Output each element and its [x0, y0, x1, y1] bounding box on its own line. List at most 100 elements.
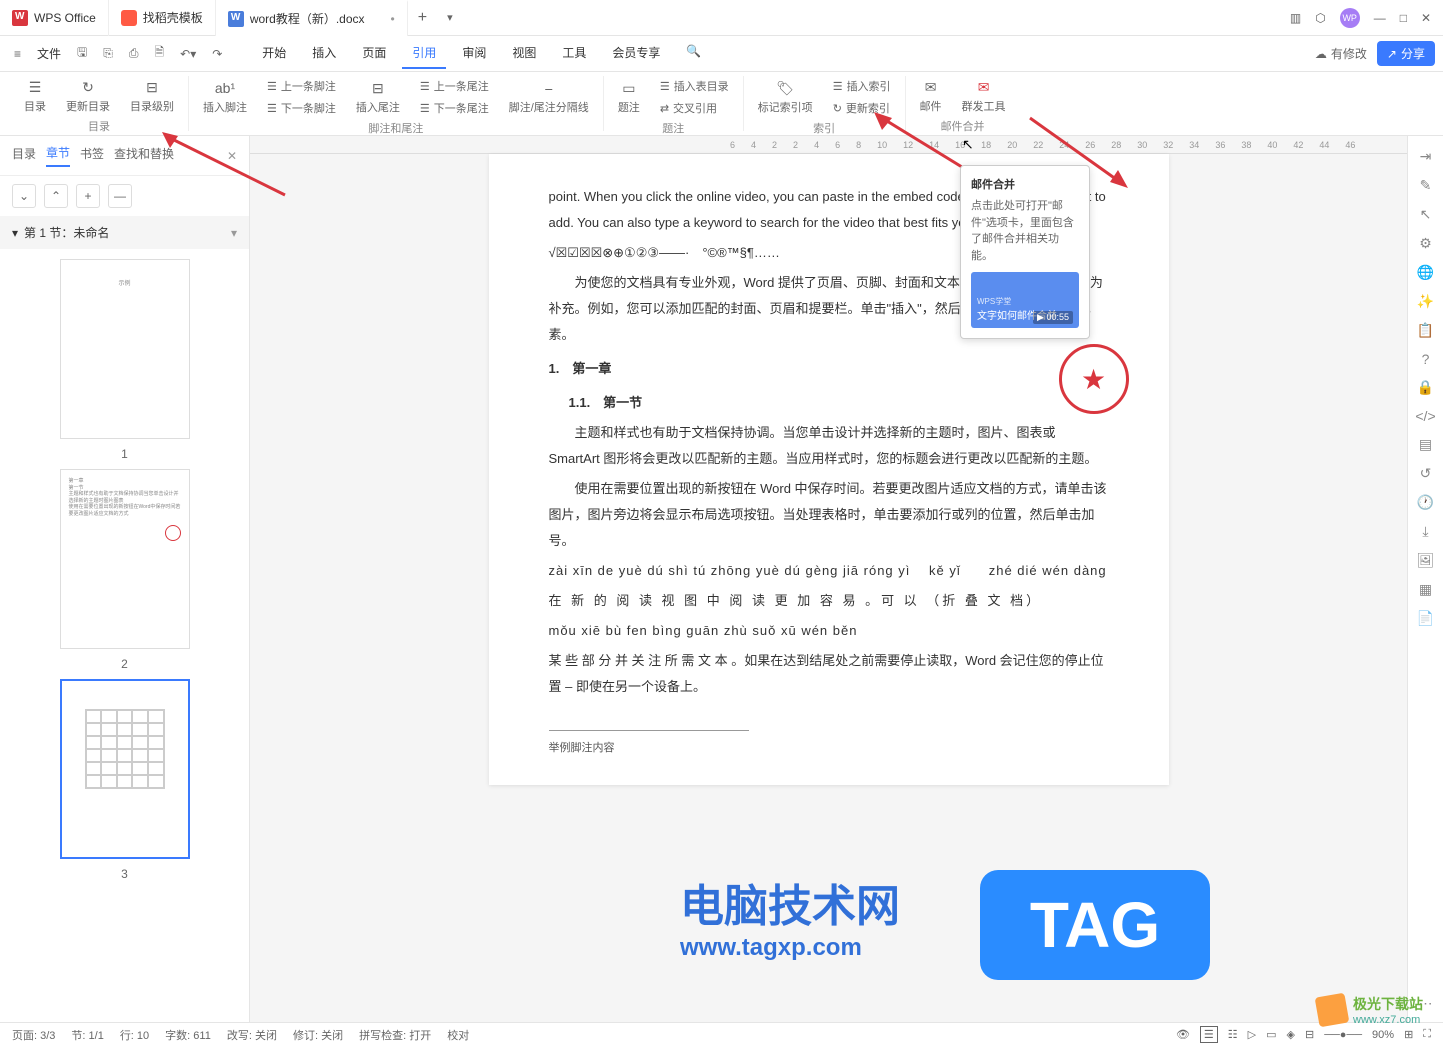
- tab-cite[interactable]: 引用: [402, 38, 446, 69]
- sidebar-tab-toc[interactable]: 目录: [12, 145, 36, 166]
- rail-doc-icon[interactable]: 📄: [1417, 610, 1434, 627]
- print-preview-icon[interactable]: 🗎: [148, 39, 170, 68]
- tab-page[interactable]: 页面: [352, 38, 396, 69]
- status-proof[interactable]: 校对: [447, 1027, 469, 1043]
- insert-fig-toc-button[interactable]: ☰插入表目录: [656, 76, 733, 96]
- page-thumb-2[interactable]: 第一章第一节主题和样式也有助于文档保持协调当您单击设计并选择新的主题时图片图表使…: [60, 469, 190, 649]
- hamburger-icon[interactable]: ≡: [8, 43, 27, 65]
- rail-history-icon[interactable]: 🕐: [1417, 494, 1434, 511]
- section-menu-icon[interactable]: ▾: [231, 226, 237, 240]
- prev-footnote-button[interactable]: ☰上一条脚注: [263, 76, 340, 96]
- rail-pen-icon[interactable]: ✎: [1420, 177, 1432, 194]
- tab-start[interactable]: 开始: [252, 38, 296, 69]
- tab-view[interactable]: 视图: [502, 38, 546, 69]
- status-page[interactable]: 页面: 3/3: [12, 1027, 55, 1043]
- cross-ref-button[interactable]: ⇄交叉引用: [656, 98, 733, 118]
- search-button[interactable]: 🔍: [676, 38, 711, 69]
- separator-button[interactable]: ⎯脚注/尾注分隔线: [505, 77, 593, 117]
- next-footnote-button[interactable]: ☰下一条脚注: [263, 98, 340, 118]
- tab-member[interactable]: 会员专享: [602, 38, 670, 69]
- cube-icon[interactable]: ⬡: [1315, 11, 1325, 25]
- footnote-area: 举例脚注内容: [549, 730, 749, 755]
- template-tab[interactable]: 找稻壳模板: [109, 0, 216, 36]
- section-header[interactable]: ▾ 第 1 节：未命名 ▾: [0, 216, 249, 249]
- save-icon[interactable]: 🖫: [71, 39, 93, 68]
- rail-collapse-icon[interactable]: ⇥: [1420, 148, 1432, 165]
- collapse-button[interactable]: ⌄: [12, 184, 36, 208]
- app-tab[interactable]: WPS Office: [0, 0, 109, 36]
- rail-table-icon[interactable]: ▦: [1419, 581, 1432, 598]
- view-outline-icon[interactable]: ☷: [1228, 1028, 1238, 1041]
- close-window-icon[interactable]: ✕: [1421, 11, 1431, 25]
- panel-icon[interactable]: ▥: [1290, 11, 1301, 25]
- user-avatar[interactable]: WP: [1340, 8, 1360, 28]
- file-menu[interactable]: 文件: [31, 45, 67, 62]
- rail-clipboard-icon[interactable]: 📋: [1417, 322, 1434, 339]
- rail-refresh-icon[interactable]: ↺: [1420, 465, 1432, 482]
- remove-section-button[interactable]: —: [108, 184, 132, 208]
- rail-image-icon[interactable]: 🖼: [1417, 552, 1435, 569]
- rail-settings-icon[interactable]: ⚙: [1419, 235, 1432, 252]
- page-thumb-1[interactable]: 示例: [60, 259, 190, 439]
- tab-review[interactable]: 审阅: [452, 38, 496, 69]
- watermark-text: 电脑技术网 www.tagxp.com: [680, 870, 900, 962]
- tooltip-video[interactable]: WPS学堂 文字如何邮件合并 ▶ 00:55: [971, 272, 1079, 328]
- print-icon[interactable]: ⎙: [123, 42, 145, 65]
- page-thumb-3[interactable]: [60, 679, 190, 859]
- zoom-slider[interactable]: ──●──: [1324, 1029, 1362, 1041]
- insert-index-button[interactable]: ☰插入索引: [829, 76, 895, 96]
- changes-indicator[interactable]: ☁ 有修改: [1315, 45, 1367, 62]
- tab-menu-button[interactable]: ▾: [437, 11, 463, 24]
- fullscreen-icon[interactable]: ⛶: [1423, 1028, 1431, 1041]
- view-read-icon[interactable]: ▷: [1248, 1028, 1256, 1041]
- add-section-button[interactable]: +: [76, 184, 100, 208]
- rail-code-icon[interactable]: </>: [1415, 408, 1435, 424]
- prev-endnote-button[interactable]: ☰上一条尾注: [416, 76, 493, 96]
- rail-cursor-icon[interactable]: ↖: [1420, 206, 1432, 223]
- tab-tools[interactable]: 工具: [552, 38, 596, 69]
- redo-icon[interactable]: ↷: [206, 43, 228, 65]
- zoom-in-icon[interactable]: ⊞: [1404, 1028, 1413, 1041]
- insert-footnote-button[interactable]: ab¹插入脚注: [199, 77, 251, 117]
- zoom-out-icon[interactable]: ⊟: [1305, 1028, 1314, 1041]
- next-endnote-button[interactable]: ☰下一条尾注: [416, 98, 493, 118]
- minimize-icon[interactable]: —: [1374, 11, 1386, 25]
- status-words[interactable]: 字数: 611: [165, 1027, 211, 1043]
- tab-insert[interactable]: 插入: [302, 38, 346, 69]
- horizontal-ruler[interactable]: 6422468101214161820222426283032343638404…: [250, 136, 1407, 154]
- export-icon[interactable]: ⎘: [97, 42, 119, 65]
- document-tab[interactable]: word教程（新）.docx •: [216, 0, 408, 36]
- status-revision[interactable]: 修订: 关闭: [293, 1027, 343, 1043]
- update-toc-button[interactable]: ↻更新目录: [62, 76, 114, 116]
- doc-h1: 1. 第一章: [549, 356, 1109, 382]
- rail-export-icon[interactable]: ⤓: [1422, 523, 1428, 540]
- caption-button[interactable]: ▭题注: [614, 77, 644, 117]
- mark-index-button[interactable]: 🏷标记索引项: [754, 77, 817, 117]
- view-print-icon[interactable]: ☰: [1200, 1026, 1218, 1043]
- status-track[interactable]: 改写: 关闭: [227, 1027, 277, 1043]
- toc-button[interactable]: ☰目录: [20, 76, 50, 116]
- share-button[interactable]: ↗ 分享: [1377, 41, 1435, 66]
- eye-icon[interactable]: 👁: [1176, 1028, 1190, 1041]
- undo-icon[interactable]: ↶▾: [174, 43, 202, 65]
- sidebar-tab-chapters[interactable]: 章节: [46, 144, 70, 167]
- rail-globe-icon[interactable]: 🌐: [1417, 264, 1434, 281]
- section-title: 第 1 节：未命名: [24, 224, 109, 241]
- sidebar-tab-bookmarks[interactable]: 书签: [80, 145, 104, 166]
- rail-help-icon[interactable]: ?: [1422, 351, 1430, 367]
- thumb-stamp-icon: [165, 525, 181, 541]
- status-line[interactable]: 行: 10: [120, 1027, 149, 1043]
- view-web-icon[interactable]: ▭: [1266, 1028, 1276, 1041]
- rail-lock-icon[interactable]: 🔒: [1417, 379, 1434, 396]
- expand-button[interactable]: ⌃: [44, 184, 68, 208]
- status-section[interactable]: 节: 1/1: [71, 1027, 103, 1043]
- rail-layers-icon[interactable]: ▤: [1419, 436, 1432, 453]
- status-spell[interactable]: 拼写检查: 打开: [359, 1027, 431, 1043]
- rail-magic-icon[interactable]: ✨: [1417, 293, 1434, 310]
- zoom-value[interactable]: 90%: [1372, 1029, 1394, 1041]
- view-focus-icon[interactable]: ◈: [1287, 1028, 1295, 1041]
- new-tab-button[interactable]: +: [408, 9, 437, 27]
- maximize-icon[interactable]: □: [1400, 11, 1407, 25]
- insert-endnote-button[interactable]: ⊟插入尾注: [352, 77, 404, 117]
- toc-level-button[interactable]: ⊟目录级别: [126, 76, 178, 116]
